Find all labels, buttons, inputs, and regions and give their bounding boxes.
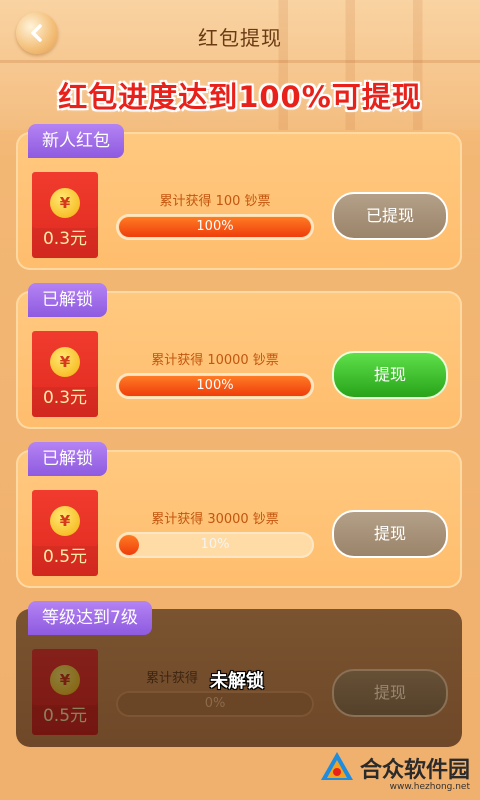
progress-percent: 100% — [196, 219, 234, 234]
red-envelope-icon: ¥ 0.3元 — [32, 172, 98, 258]
card-tag: 等级达到7级 — [28, 601, 152, 635]
progress-bar: 100% — [116, 214, 314, 240]
reward-amount: 0.3元 — [42, 388, 88, 408]
red-envelope-icon: ¥ 0.3元 — [32, 331, 98, 417]
card-tag: 已解锁 — [28, 442, 107, 476]
coin-icon: ¥ — [50, 347, 80, 377]
coin-icon: ¥ — [50, 188, 80, 218]
withdraw-button[interactable]: 提现 — [332, 510, 448, 558]
requirement-text: 累计获得 — [146, 671, 199, 686]
coin-icon: ¥ — [50, 665, 80, 695]
card-tag: 新人红包 — [28, 124, 124, 158]
hezhong-logo-icon — [320, 752, 353, 780]
withdrawn-button[interactable]: 已提现 — [332, 192, 448, 240]
progress-bar: 0% — [116, 691, 314, 717]
redpacket-card: 新人红包 ¥ 0.3元 累计获得 100 钞票 100% 已提现 — [16, 124, 462, 270]
progress-headline: 红包进度达到100%可提现 — [58, 80, 422, 114]
watermark: 合众软件园 www.hezhong.net — [319, 750, 470, 792]
card-tag: 已解锁 — [28, 283, 107, 317]
reward-amount: 0.3元 — [42, 229, 88, 249]
progress-percent: 100% — [196, 378, 234, 393]
withdraw-button-disabled: 提现 — [332, 669, 448, 717]
locked-label: 未解锁 — [210, 671, 264, 692]
requirement-text: 累计获得 10000 钞票 — [151, 353, 279, 368]
red-envelope-icon: ¥ 0.5元 — [32, 490, 98, 576]
progress-percent: 10% — [200, 537, 230, 552]
red-envelope-icon: ¥ 0.5元 — [32, 649, 98, 735]
watermark-name: 合众软件园 — [359, 758, 470, 783]
redpacket-card: 已解锁 ¥ 0.5元 累计获得 30000 钞票 10% 提现 — [16, 442, 462, 588]
coin-icon: ¥ — [50, 506, 80, 536]
reward-amount: 0.5元 — [42, 706, 88, 726]
progress-bar: 100% — [116, 373, 314, 399]
requirement-text: 累计获得 100 钞票 — [159, 194, 271, 209]
progress-bar: 10% — [116, 532, 314, 558]
page-title: 红包提现 — [198, 26, 282, 50]
reward-amount: 0.5元 — [42, 547, 88, 567]
progress-percent: 0% — [204, 696, 226, 711]
requirement-text: 累计获得 30000 钞票 — [151, 512, 279, 527]
redpacket-card-locked: 等级达到7级 ¥ 0.5元 累计获得 未解锁 0% 提现 — [16, 601, 462, 747]
redpacket-card: 已解锁 ¥ 0.3元 累计获得 10000 钞票 100% 提现 — [16, 283, 462, 429]
withdraw-button[interactable]: 提现 — [332, 351, 448, 399]
